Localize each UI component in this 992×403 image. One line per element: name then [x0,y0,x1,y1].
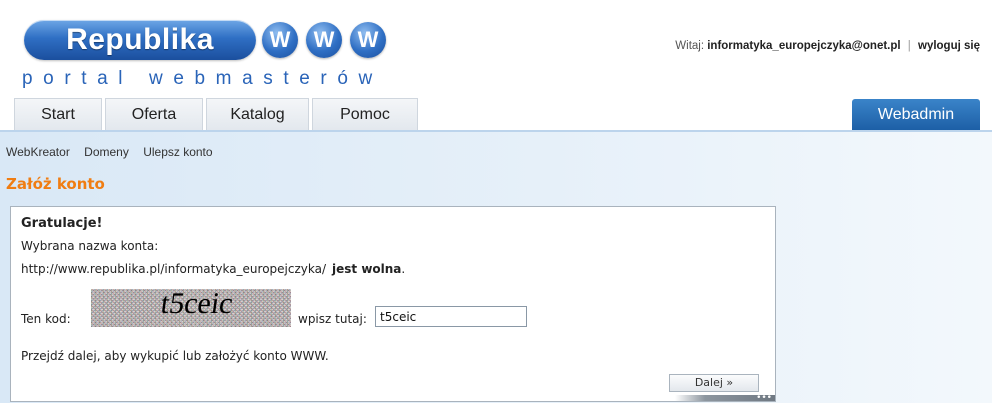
tab-pomoc[interactable]: Pomoc [312,98,418,130]
user-email: informatyka_europejczyka@onet.pl [707,40,901,52]
sub-navigation: WebKreator Domeny Ulepsz konto [6,145,224,159]
logo-w-2: W [306,22,342,58]
captcha-image: t5ceic [91,289,291,327]
logout-link[interactable]: wyloguj się [918,40,980,52]
availability-suffix: . [401,262,406,276]
next-hint: Przejdź dalej, aby wykupić lub założyć k… [21,349,329,363]
tab-webadmin[interactable]: Webadmin [852,99,980,130]
code-label: Ten kod: [21,312,71,326]
main-tabs: Start Oferta Katalog Pomoc [14,98,421,130]
enter-code-label: wpisz tutaj: [298,312,367,326]
availability-status: jest wolna [332,262,402,276]
greeting: Witaj: [675,40,705,52]
tab-start[interactable]: Start [14,98,102,130]
userbar-separator: | [907,40,911,52]
tab-oferta[interactable]: Oferta [105,98,203,130]
user-bar: Witaj: informatyka_europejczyka@onet.pl … [675,40,980,52]
tab-katalog[interactable]: Katalog [206,98,309,130]
logo-republika: Republika [24,20,256,60]
subnav-webkreator[interactable]: WebKreator [6,145,70,159]
subnav-domeny[interactable]: Domeny [84,145,129,159]
captcha-text: t5ceic [158,289,236,320]
subnav-ulepsz-konto[interactable]: Ulepsz konto [143,145,212,159]
account-url: http://www.republika.pl/informatyka_euro… [21,262,327,276]
logo-w-1: W [262,22,298,58]
next-button[interactable]: Dalej » [669,374,759,392]
logo-w-3: W [350,22,386,58]
logo-subtitle: portal webmasterów [22,68,383,89]
page-title: Załóż konto [6,175,105,193]
account-form-box: Gratulacje! Wybrana nazwa konta: http://… [10,206,776,403]
resize-handle[interactable]: ••• [675,393,775,403]
captcha-input[interactable] [375,306,527,327]
account-availability: http://www.republika.pl/informatyka_euro… [21,262,405,276]
main-panel: WebKreator Domeny Ulepsz konto Załóż kon… [0,130,992,403]
congrats-heading: Gratulacje! [21,216,103,231]
captcha-row: Ten kod: t5ceic wpisz tutaj: [21,289,621,329]
resize-dots-icon: ••• [756,393,772,403]
chosen-name-label: Wybrana nazwa konta: [21,239,159,253]
site-logo[interactable]: Republika W W W portal webmasterów [20,18,400,98]
